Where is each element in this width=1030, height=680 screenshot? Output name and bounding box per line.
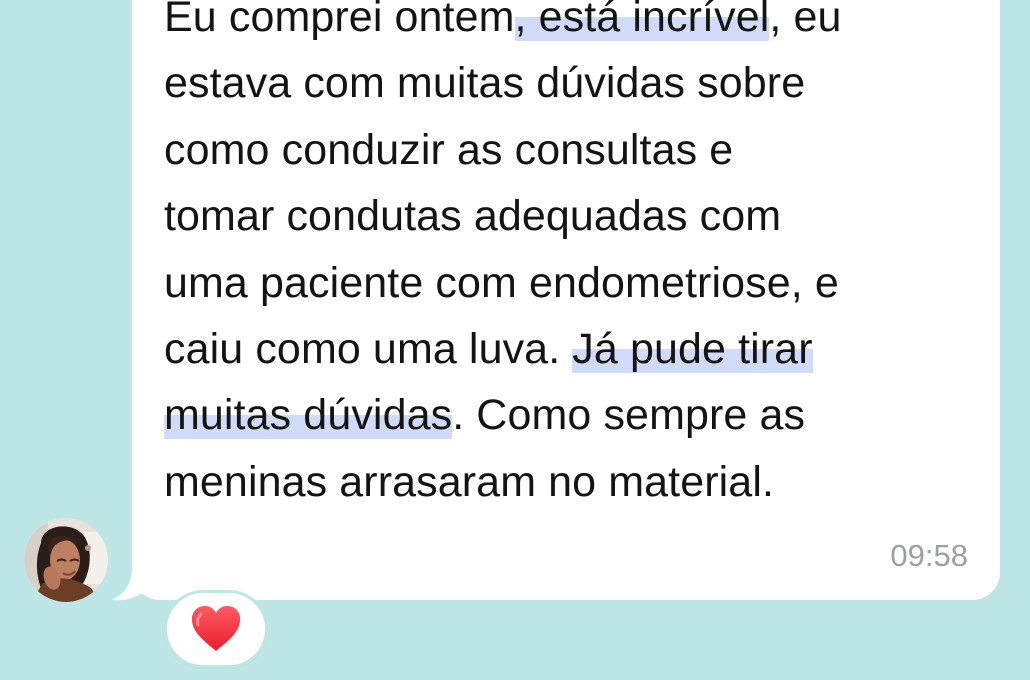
highlighted-text: , está incrível <box>514 0 770 41</box>
chat-conversation-area: Eu comprei ontem, está incrível, eu esta… <box>0 0 1030 680</box>
incoming-message-bubble[interactable]: Eu comprei ontem, está incrível, eu esta… <box>132 0 1000 600</box>
message-timestamp: 09:58 <box>890 538 968 573</box>
message-text-segment: , eu estava com muitas dúvidas sobre com… <box>164 0 842 374</box>
message-text: Eu comprei ontem, está incrível, eu esta… <box>164 0 984 515</box>
message-text-segment: Eu comprei ontem <box>164 0 515 41</box>
heart-reaction[interactable] <box>164 590 268 668</box>
heart-icon <box>189 605 243 653</box>
sender-avatar[interactable] <box>24 518 108 602</box>
avatar-photo-icon <box>24 518 108 602</box>
